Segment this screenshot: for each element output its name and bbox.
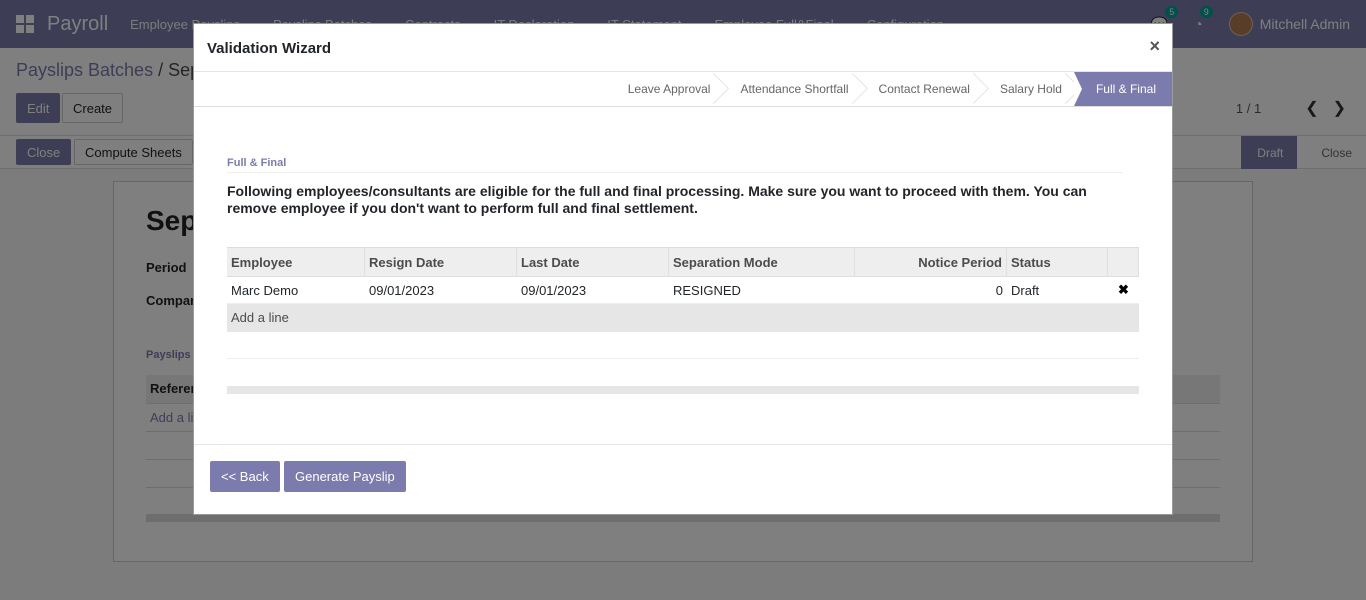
cell-resign-date[interactable]: 09/01/2023 <box>365 277 517 303</box>
cell-separation-mode[interactable]: RESIGNED <box>669 277 855 303</box>
add-line-link[interactable]: Add a line <box>227 304 1139 332</box>
divider <box>227 172 1123 173</box>
section-label: Full & Final <box>227 157 287 169</box>
step-salary-hold[interactable]: Salary Hold <box>982 72 1074 106</box>
delete-row-icon[interactable]: ✖ <box>1118 282 1129 298</box>
column-actions <box>1108 248 1139 276</box>
cell-employee[interactable]: Marc Demo <box>227 277 365 303</box>
table-row[interactable]: Marc Demo 09/01/2023 09/01/2023 RESIGNED… <box>227 277 1139 304</box>
table-footer <box>227 386 1139 394</box>
column-separation-mode[interactable]: Separation Mode <box>669 248 855 276</box>
step-leave-approval[interactable]: Leave Approval <box>610 72 723 106</box>
step-full-final[interactable]: Full & Final <box>1073 72 1172 106</box>
back-button[interactable]: << Back <box>210 461 280 492</box>
generate-payslip-button[interactable]: Generate Payslip <box>284 461 406 492</box>
step-attendance-shortfall[interactable]: Attendance Shortfall <box>722 72 860 106</box>
empty-row <box>227 332 1139 359</box>
column-status[interactable]: Status <box>1007 248 1108 276</box>
instruction-message: Following employees/consultants are elig… <box>227 183 1087 216</box>
close-icon[interactable]: × <box>1149 36 1160 57</box>
cell-status[interactable]: Draft <box>1007 277 1108 303</box>
modal-title: Validation Wizard <box>207 40 332 57</box>
cell-last-date[interactable]: 09/01/2023 <box>517 277 669 303</box>
column-resign-date[interactable]: Resign Date <box>365 248 517 276</box>
table-header: Employee Resign Date Last Date Separatio… <box>227 247 1139 277</box>
step-contact-renewal[interactable]: Contact Renewal <box>861 72 982 106</box>
modal-footer: << Back Generate Payslip <box>194 444 1172 515</box>
cell-notice-period[interactable]: 0 <box>855 277 1007 303</box>
validation-wizard-dialog: Validation Wizard × Leave Approval Atten… <box>193 23 1173 515</box>
column-notice-period[interactable]: Notice Period <box>855 248 1007 276</box>
column-employee[interactable]: Employee <box>227 248 365 276</box>
modal-header: Validation Wizard × <box>194 24 1172 72</box>
column-last-date[interactable]: Last Date <box>517 248 669 276</box>
employees-table: Employee Resign Date Last Date Separatio… <box>227 247 1139 359</box>
wizard-steps: Leave Approval Attendance Shortfall Cont… <box>194 72 1172 107</box>
